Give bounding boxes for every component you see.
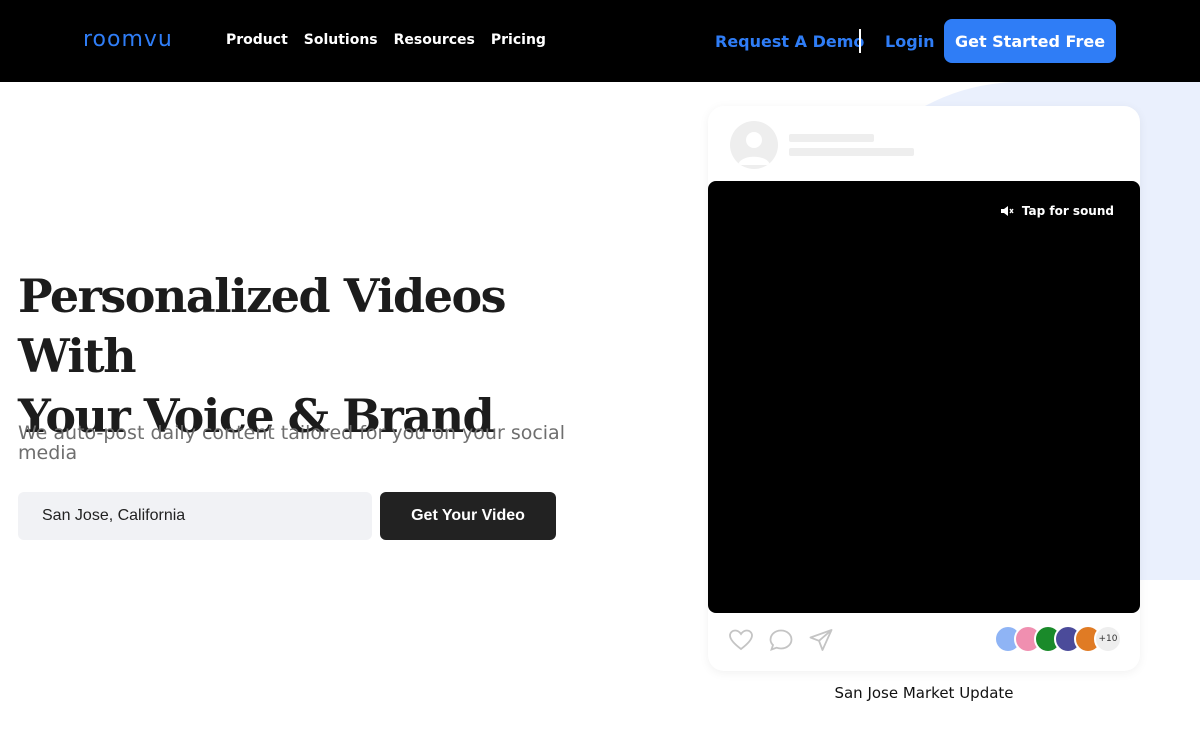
speaker-muted-icon <box>1000 206 1014 216</box>
top-navigation-bar: roomvu Product Solutions Resources Prici… <box>0 0 1200 82</box>
request-demo-link[interactable]: Request A Demo <box>715 32 864 52</box>
nav-divider <box>859 29 861 53</box>
nav-solutions[interactable]: Solutions <box>304 31 378 49</box>
more-viewers-badge: +10 <box>1094 625 1122 653</box>
video-player[interactable]: Tap for sound <box>708 181 1140 613</box>
headline-line-1: Personalized Videos With <box>18 269 507 383</box>
hero-subtext: We auto-post daily content tailored for … <box>18 422 565 464</box>
nav-product[interactable]: Product <box>226 31 288 49</box>
nav-pricing[interactable]: Pricing <box>491 31 546 49</box>
tap-for-sound-control[interactable]: Tap for sound <box>1000 204 1114 218</box>
avatar-placeholder-icon <box>730 121 778 169</box>
heart-icon[interactable] <box>728 628 754 652</box>
author-name-placeholder <box>789 134 874 142</box>
author-meta-placeholder <box>789 148 914 156</box>
login-link[interactable]: Login <box>885 32 935 52</box>
location-input[interactable] <box>18 492 372 540</box>
nav-resources[interactable]: Resources <box>394 31 475 49</box>
get-started-free-button[interactable]: Get Started Free <box>944 19 1116 63</box>
main-nav: Product Solutions Resources Pricing <box>226 31 546 49</box>
social-post-preview-card: Tap for sound +10 <box>708 106 1140 671</box>
video-caption: San Jose Market Update <box>834 684 1014 702</box>
roomvu-logo[interactable]: roomvu <box>83 28 173 52</box>
tap-for-sound-label: Tap for sound <box>1021 204 1114 218</box>
hero-headline: Personalized Videos With Your Voice & Br… <box>18 266 598 446</box>
get-your-video-button[interactable]: Get Your Video <box>380 492 556 540</box>
post-actions <box>728 628 834 652</box>
share-send-icon[interactable] <box>808 628 834 652</box>
comment-icon[interactable] <box>768 628 794 652</box>
